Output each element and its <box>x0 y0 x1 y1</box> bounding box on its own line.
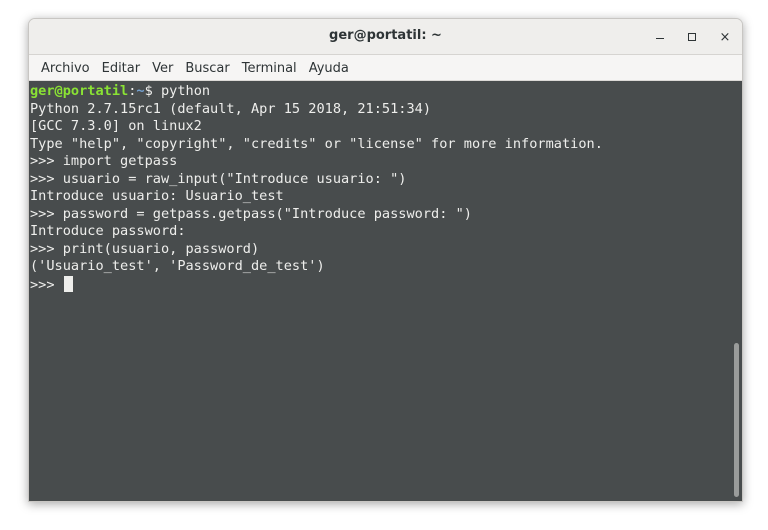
shell-prompt-line: ger@portatil:~$ python <box>30 83 742 101</box>
terminal-line: Type "help", "copyright", "credits" or "… <box>30 135 603 152</box>
menu-item-ver[interactable]: Ver <box>146 61 179 76</box>
terminal-line: Introduce password: <box>30 223 186 239</box>
scrollbar-thumb[interactable] <box>734 343 739 497</box>
title-bar[interactable]: ger@portatil: ~ × <box>29 19 742 55</box>
terminal-line: >>> print(usuario, password) <box>30 240 260 257</box>
terminal-line: >>> password = getpass.getpass("Introduc… <box>30 205 472 222</box>
menu-item-editar[interactable]: Editar <box>96 61 147 76</box>
menu-item-buscar[interactable]: Buscar <box>179 61 235 76</box>
close-button[interactable]: × <box>716 28 734 46</box>
python-prompt: >>> <box>30 276 63 293</box>
scrollbar[interactable] <box>730 81 742 501</box>
maximize-icon <box>688 33 696 41</box>
maximize-button[interactable] <box>683 28 701 46</box>
minimize-button[interactable] <box>651 28 669 46</box>
minimize-icon <box>656 37 664 39</box>
prompt-user-host: ger@portatil <box>30 83 129 99</box>
menu-item-terminal[interactable]: Terminal <box>236 61 303 76</box>
prompt-symbol: $ <box>144 83 161 99</box>
terminal-line: >>> usuario = raw_input("Introduce usuar… <box>30 170 407 187</box>
terminal-output[interactable]: ger@portatil:~$ python Python 2.7.15rc1 (… <box>29 81 742 501</box>
menu-item-archivo[interactable]: Archivo <box>35 61 96 76</box>
close-icon: × <box>719 29 731 45</box>
prompt-command: python <box>160 83 211 99</box>
text-cursor <box>63 275 73 292</box>
terminal-line: Python 2.7.15rc1 (default, Apr 15 2018, … <box>30 100 432 117</box>
terminal-line: >>> import getpass <box>30 153 178 169</box>
current-prompt-line[interactable]: >>> <box>30 275 742 294</box>
terminal-line: ('Usuario_test', 'Password_de_test') <box>30 258 325 274</box>
terminal-line: Introduce usuario: Usuario_test <box>30 188 284 204</box>
prompt-path: ~ <box>136 83 145 99</box>
menu-item-ayuda[interactable]: Ayuda <box>303 61 355 76</box>
window-title: ger@portatil: ~ <box>329 28 442 43</box>
terminal-window: ger@portatil: ~ × Archivo Editar Ver Bus… <box>28 18 743 502</box>
menu-bar: Archivo Editar Ver Buscar Terminal Ayuda <box>29 56 742 81</box>
terminal-line: [GCC 7.3.0] on linux2 <box>30 118 202 134</box>
